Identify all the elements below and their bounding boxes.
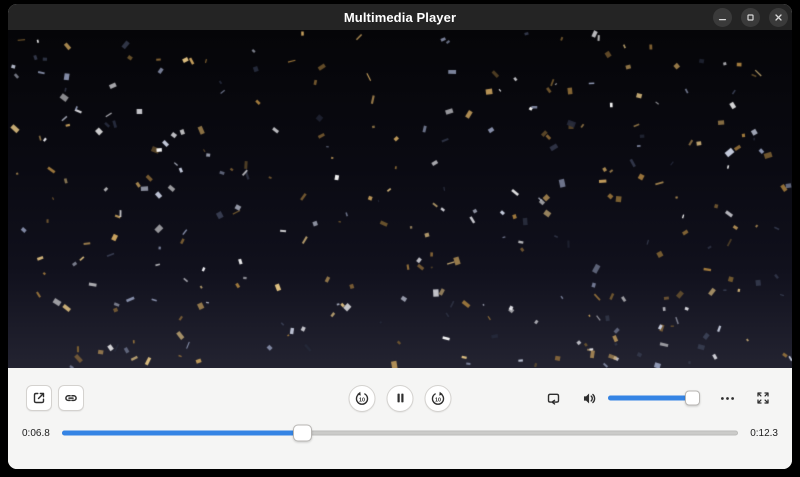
window-controls <box>713 4 788 30</box>
fullscreen-button[interactable] <box>752 387 774 409</box>
skip-forward-button[interactable]: 10 <box>425 385 452 412</box>
link-icon <box>63 390 79 406</box>
svg-text:10: 10 <box>435 397 441 403</box>
video-surface[interactable] <box>8 30 792 368</box>
elapsed-time: 0:06.8 <box>22 428 52 439</box>
pause-icon <box>392 390 408 406</box>
rewind-10-icon: 10 <box>354 390 371 407</box>
open-buttons-group <box>26 385 84 411</box>
close-icon <box>773 12 784 23</box>
minimize-icon <box>717 12 728 23</box>
secondary-controls-group <box>542 387 774 409</box>
seek-thumb <box>293 425 312 442</box>
maximize-icon <box>745 12 756 23</box>
controls-row: 10 10 <box>8 385 792 411</box>
svg-text:10: 10 <box>359 397 365 403</box>
volume-thumb <box>685 391 700 406</box>
open-file-button[interactable] <box>26 385 52 411</box>
volume-fill <box>608 396 692 401</box>
speaker-high-icon <box>581 390 598 407</box>
remaining-time: 0:12.3 <box>748 428 778 439</box>
forward-10-icon: 10 <box>430 390 447 407</box>
volume-slider[interactable] <box>608 390 698 406</box>
multimedia-player-window: Multimedia Player <box>8 4 792 469</box>
maximize-button[interactable] <box>741 8 760 27</box>
confetti-video-frame <box>8 30 792 368</box>
playback-controls: 10 10 <box>8 368 792 469</box>
menu-button[interactable] <box>716 387 738 409</box>
seek-fill <box>62 431 302 436</box>
minimize-button[interactable] <box>713 8 732 27</box>
close-button[interactable] <box>769 8 788 27</box>
open-external-icon <box>31 390 47 406</box>
skip-backward-button[interactable]: 10 <box>349 385 376 412</box>
fullscreen-icon <box>755 390 771 406</box>
open-url-button[interactable] <box>58 385 84 411</box>
seek-track <box>62 431 738 436</box>
ellipsis-icon <box>719 390 736 407</box>
seek-slider[interactable] <box>62 425 738 441</box>
window-title: Multimedia Player <box>344 10 456 25</box>
volume-button[interactable] <box>578 387 600 409</box>
repeat-button[interactable] <box>542 387 564 409</box>
seek-row: 0:06.8 0:12.3 <box>8 425 792 441</box>
repeat-icon <box>545 390 562 407</box>
titlebar: Multimedia Player <box>8 4 792 30</box>
pause-button[interactable] <box>387 385 414 412</box>
transport-group: 10 10 <box>349 385 452 412</box>
